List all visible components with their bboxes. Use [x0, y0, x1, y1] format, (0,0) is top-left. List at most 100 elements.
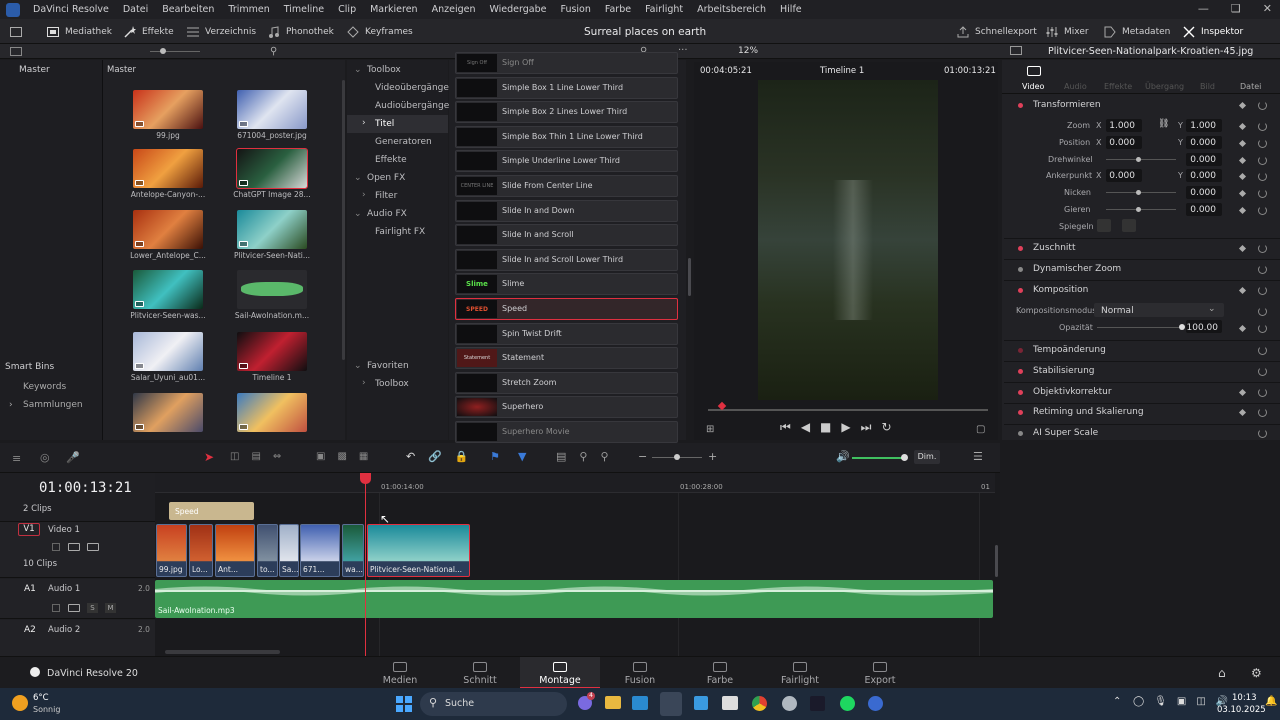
file-explorer-icon[interactable]	[605, 696, 621, 709]
search-icon[interactable]: ⚲	[270, 46, 277, 57]
reset-icon[interactable]	[1258, 206, 1267, 215]
title-template-item[interactable]: Simple Box Thin 1 Line Lower Third	[455, 125, 678, 148]
bin-list-toggle-icon[interactable]	[10, 47, 22, 56]
lock-icon[interactable]: 🔒	[455, 450, 482, 463]
tree-favoriten[interactable]: Favoriten	[367, 361, 409, 371]
title-template-item[interactable]: SPEED Speed	[455, 298, 678, 320]
settings-gear-icon[interactable]: ⚙	[1251, 666, 1262, 680]
stabilisierung-section-header[interactable]: Stabilisierung	[1033, 366, 1095, 376]
chrome-icon[interactable]	[752, 696, 767, 711]
taskbar-epic-icon[interactable]	[722, 696, 738, 710]
tree-toolbox-fav[interactable]: Toolbox	[375, 379, 409, 389]
menu-hilfe[interactable]: Hilfe	[773, 4, 809, 15]
objektivkorrektur-section-header[interactable]: Objektivkorrektur	[1033, 387, 1112, 397]
menu-trimmen[interactable]: Trimmen	[221, 4, 276, 15]
thumb-size-slider-knob[interactable]	[160, 48, 166, 54]
tree-toolbox[interactable]: Toolbox	[367, 65, 401, 75]
menu-markieren[interactable]: Markieren	[363, 4, 424, 15]
menu-arbeitsbereich[interactable]: Arbeitsbereich	[690, 4, 773, 15]
menu-app[interactable]: DaVinci Resolve	[26, 4, 116, 15]
media-thumbnail[interactable]	[236, 148, 308, 189]
reset-icon[interactable]	[1258, 367, 1267, 376]
title-template-item[interactable]: Statement Statement	[455, 347, 678, 370]
stabilisierung-toggle-dot[interactable]	[1018, 369, 1023, 374]
menu-fairlight[interactable]: Fairlight	[638, 4, 690, 15]
media-thumbnail[interactable]	[133, 210, 203, 249]
tray-copilot-icon[interactable]: ◯	[1133, 696, 1154, 707]
gieren-slider-knob[interactable]	[1136, 207, 1141, 212]
reset-icon[interactable]	[1258, 265, 1267, 274]
more-options-icon[interactable]: ···	[678, 45, 688, 56]
transformieren-section-header[interactable]: Transformieren	[1033, 100, 1101, 110]
reset-icon[interactable]	[1258, 156, 1267, 165]
video-clip[interactable]: 671...	[300, 524, 340, 577]
playhead-handle[interactable]	[360, 473, 371, 484]
reset-icon[interactable]	[1258, 286, 1267, 295]
auto-select-icon[interactable]	[68, 604, 80, 612]
title-template-item[interactable]: Slime Slime	[455, 273, 678, 296]
tree-filter[interactable]: Filter	[375, 191, 397, 201]
smart-bin-sammlungen[interactable]: Sammlungen	[23, 400, 83, 410]
go-to-end-icon[interactable]: ⏭	[861, 420, 882, 434]
mute-button[interactable]: M	[105, 603, 116, 613]
keyframes-button[interactable]: Keyframes	[347, 19, 413, 44]
media-thumbnail[interactable]	[133, 393, 203, 432]
ai-super-scale-section-header[interactable]: AI Super Scale	[1033, 428, 1098, 438]
fullscreen-icon[interactable]: ▢	[976, 424, 985, 435]
title-template-item[interactable]: Stretch Zoom	[455, 371, 678, 394]
retiming-toggle-dot[interactable]	[1018, 410, 1023, 415]
play-reverse-icon[interactable]: ◀	[801, 420, 820, 434]
auto-select-icon[interactable]	[68, 543, 80, 551]
media-thumbnail[interactable]	[237, 90, 307, 129]
reset-icon[interactable]	[1258, 388, 1267, 397]
flip-vertical-icon[interactable]	[1122, 219, 1136, 232]
opazitaet-slider[interactable]	[1097, 327, 1182, 328]
title-template-item[interactable]: CENTER LINE Slide From Center Line	[455, 175, 678, 197]
video-clip[interactable]: Lo...	[189, 524, 213, 577]
reset-icon[interactable]	[1258, 122, 1267, 131]
collapse-chevron-icon[interactable]: ⌄	[354, 65, 362, 75]
expand-arrow-icon[interactable]: ›	[362, 190, 366, 200]
video-clip[interactable]: Sa...	[279, 524, 299, 577]
nicken-slider-knob[interactable]	[1136, 190, 1141, 195]
replace-clip-icon[interactable]: ▦	[359, 451, 380, 462]
stop-icon[interactable]: ■	[820, 420, 841, 434]
dynamic-trim-icon[interactable]: ⇔	[273, 451, 293, 462]
metadaten-button[interactable]: Metadaten	[1104, 19, 1170, 44]
playhead-line[interactable]	[365, 473, 366, 656]
komposition-section-header[interactable]: Komposition	[1033, 285, 1088, 295]
close-icon[interactable]: ✕	[1263, 2, 1272, 15]
title-template-item[interactable]: Spin Twist Drift	[455, 322, 678, 345]
tab-video[interactable]: Video	[1022, 82, 1044, 91]
tray-mic-icon[interactable]: 🎙	[1154, 696, 1177, 707]
effekte-button[interactable]: Effekte	[124, 19, 174, 44]
zoom-in-icon[interactable]: +	[708, 450, 717, 463]
media-thumbnail[interactable]	[237, 332, 307, 371]
thumb-size-slider[interactable]	[150, 51, 200, 52]
insert-clip-icon[interactable]: ▣	[316, 451, 337, 462]
reset-icon[interactable]	[1258, 172, 1267, 181]
tree-effekte[interactable]: Effekte	[375, 155, 407, 165]
expand-chevron-icon[interactable]: ›	[9, 400, 13, 410]
expand-arrow-icon[interactable]: ›	[362, 378, 366, 388]
crop-tool-icon[interactable]: ⊞	[706, 424, 714, 435]
audio-clip[interactable]: Sail-Awolnation.mp3	[155, 580, 993, 618]
play-icon[interactable]: ▶	[841, 420, 860, 434]
video-clip[interactable]: to...	[257, 524, 278, 577]
ai-super-scale-toggle-dot[interactable]	[1018, 431, 1023, 436]
a1-track-label[interactable]: A1	[24, 584, 36, 594]
objektivkorrektur-toggle-dot[interactable]	[1018, 390, 1023, 395]
taskbar-adobe-icon[interactable]	[810, 696, 825, 711]
tree-audiouebergaenge[interactable]: Audioübergänge	[375, 101, 449, 111]
link-icon[interactable]: 🔗	[428, 450, 455, 463]
zoom-custom-icon[interactable]: ⚲	[600, 450, 621, 463]
smart-bin-keywords[interactable]: Keywords	[23, 382, 66, 392]
video-clip[interactable]: Ant...	[215, 524, 255, 577]
speaker-icon[interactable]: 🔊	[836, 450, 850, 463]
title-template-item[interactable]: Sign Off Sign Off	[455, 52, 678, 74]
dropdown-chevron-icon[interactable]: ⌄	[1208, 304, 1216, 314]
video-clip[interactable]: wa...	[342, 524, 364, 577]
title-template-item[interactable]: Simple Box 2 Lines Lower Third	[455, 101, 678, 124]
phonothek-button[interactable]: Phonothek	[268, 19, 334, 44]
reset-icon[interactable]	[1258, 307, 1267, 316]
